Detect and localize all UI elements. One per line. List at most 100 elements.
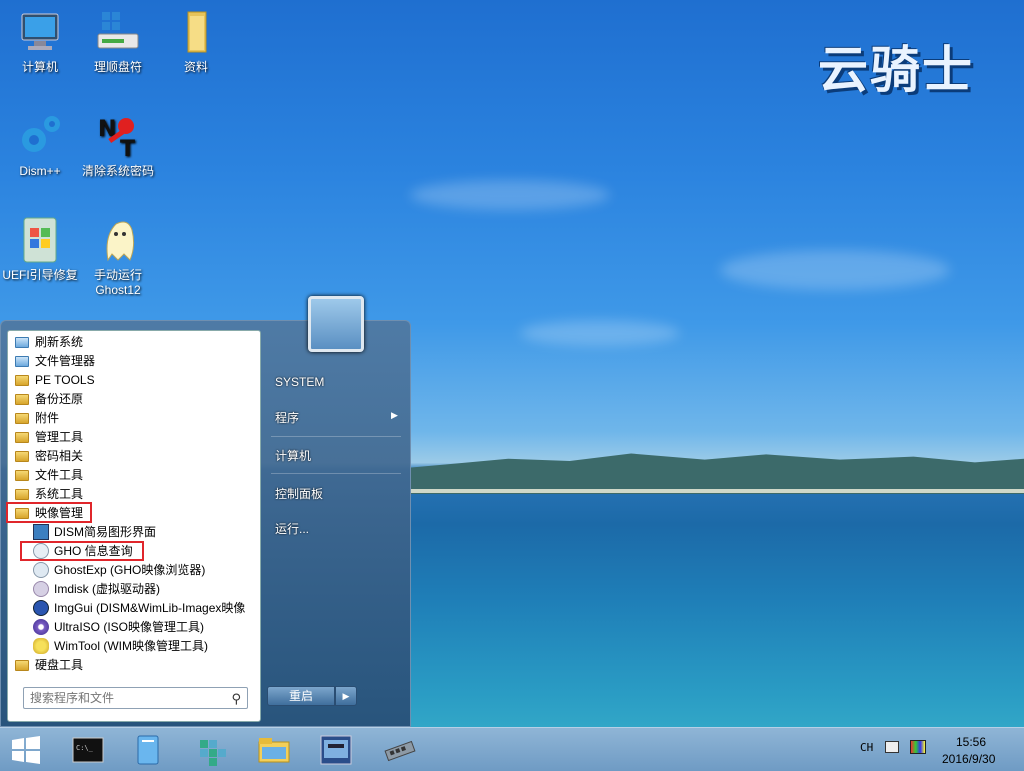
start-menu: 刷新系统 文件管理器 PE TOOLS 备份还原 附件 管理工具 密码相关 文件… bbox=[0, 320, 411, 727]
programs-link[interactable]: 程序 bbox=[275, 409, 299, 426]
menu-item-label: 文件工具 bbox=[35, 468, 84, 482]
chevron-right-icon: ▶ bbox=[342, 691, 350, 701]
input-language-indicator[interactable]: CH bbox=[860, 741, 873, 754]
menu-item-label: 管理工具 bbox=[35, 430, 84, 444]
desktop-icon-folder[interactable]: 资料 bbox=[156, 8, 236, 75]
brand-logo: 云骑士 bbox=[818, 41, 974, 99]
keyboard-icon[interactable] bbox=[885, 741, 899, 753]
folder-icon bbox=[172, 8, 220, 56]
menu-item-label: 系统工具 bbox=[35, 487, 84, 501]
desktop-icon-label: 手动运行 bbox=[93, 268, 142, 282]
menu-item-label: DISM简易图形界面 bbox=[54, 525, 157, 539]
clock-date[interactable]: 2016/9/30 bbox=[942, 752, 995, 766]
separator bbox=[271, 436, 401, 437]
display-icon[interactable] bbox=[910, 740, 926, 754]
menu-item-ghostexp[interactable]: GhostExp (GHO映像浏览器) bbox=[33, 560, 205, 579]
start-button[interactable] bbox=[8, 732, 44, 768]
search-input[interactable] bbox=[30, 691, 220, 705]
computer-icon bbox=[16, 8, 64, 56]
highlight-box bbox=[20, 541, 144, 561]
menu-item-label: ImgGui (DISM&WimLib-Imagex映像 bbox=[54, 601, 246, 615]
folder-icon bbox=[14, 391, 30, 407]
disk-genius-taskbar-icon[interactable] bbox=[318, 732, 354, 768]
program-list: 刷新系统 文件管理器 PE TOOLS 备份还原 附件 管理工具 密码相关 文件… bbox=[6, 331, 262, 676]
menu-item-disk-tools[interactable]: 硬盘工具 bbox=[14, 655, 83, 674]
user-avatar[interactable] bbox=[308, 296, 364, 352]
menu-item-file-manager[interactable]: 文件管理器 bbox=[14, 351, 95, 370]
ghost-icon bbox=[94, 216, 142, 264]
menu-item-dism-gui[interactable]: DISM简易图形界面 bbox=[33, 522, 156, 541]
notes-taskbar-icon[interactable] bbox=[130, 732, 166, 768]
desktop-icon-computer[interactable]: 计算机 bbox=[0, 8, 80, 75]
gear-icon bbox=[16, 112, 64, 160]
user-name[interactable]: SYSTEM bbox=[275, 375, 324, 389]
folder-icon bbox=[14, 429, 30, 445]
menu-item-imdisk[interactable]: Imdisk (虚拟驱动器) bbox=[33, 579, 160, 598]
menu-item-admin-tools[interactable]: 管理工具 bbox=[14, 427, 83, 446]
windows-logo-icon bbox=[12, 736, 40, 764]
folder-icon bbox=[14, 486, 30, 502]
control-panel-link[interactable]: 控制面板 bbox=[275, 485, 323, 502]
imggui-icon bbox=[33, 599, 49, 616]
menu-item-wimtool[interactable]: WimTool (WIM映像管理工具) bbox=[33, 636, 208, 655]
desktop-icon-label: 资料 bbox=[183, 60, 208, 74]
menu-item-accessories[interactable]: 附件 bbox=[14, 408, 59, 427]
explorer-taskbar-icon[interactable] bbox=[256, 732, 292, 768]
menu-item-label: GhostExp (GHO映像浏览器) bbox=[54, 563, 206, 577]
ghostexp-icon bbox=[33, 561, 49, 578]
separator bbox=[271, 473, 401, 474]
cmd-taskbar-icon[interactable]: C:\_ bbox=[70, 732, 106, 768]
menu-item-label: 刷新系统 bbox=[35, 335, 84, 349]
clock-time[interactable]: 15:56 bbox=[956, 735, 986, 749]
menu-item-system-tools[interactable]: 系统工具 bbox=[14, 484, 83, 503]
computer-link[interactable]: 计算机 bbox=[275, 447, 311, 464]
desktop-icon-label: 理顺盘符 bbox=[93, 60, 142, 74]
desktop-icon-ghost[interactable]: 手动运行 Ghost12 bbox=[78, 216, 158, 298]
menu-item-password[interactable]: 密码相关 bbox=[14, 446, 83, 465]
dism-icon bbox=[33, 523, 49, 540]
menu-item-label: 硬盘工具 bbox=[35, 658, 84, 672]
menu-item-label: PE TOOLS bbox=[35, 372, 95, 387]
run-link[interactable]: 运行... bbox=[275, 520, 309, 537]
folder-icon bbox=[14, 372, 30, 388]
desktop-icon-label: Dism++ bbox=[19, 164, 61, 178]
svg-text:C:\_: C:\_ bbox=[76, 744, 94, 752]
blue-folder-icon bbox=[14, 334, 30, 350]
folder-icon bbox=[14, 448, 30, 464]
desktop-icon-uefi[interactable]: UEFI引导修复 bbox=[0, 216, 80, 283]
menu-item-label: UltraISO (ISO映像管理工具) bbox=[54, 620, 205, 634]
cloud bbox=[410, 180, 610, 210]
menu-item-label: 密码相关 bbox=[35, 449, 84, 463]
menu-item-backup-restore[interactable]: 备份还原 bbox=[14, 389, 83, 408]
desktop-icon-drive[interactable]: 理顺盘符 bbox=[78, 8, 158, 75]
nt-password-icon: NT bbox=[94, 112, 142, 162]
desktop-icon-clear-password[interactable]: NT 清除系统密码 bbox=[78, 112, 158, 179]
desktop-icon-label: UEFI引导修复 bbox=[2, 268, 78, 282]
registry-taskbar-icon[interactable] bbox=[194, 732, 230, 768]
menu-item-pe-tools[interactable]: PE TOOLS bbox=[14, 370, 95, 389]
menu-item-ultraiso[interactable]: UltraISO (ISO映像管理工具) bbox=[33, 617, 204, 636]
menu-item-label: Imdisk (虚拟驱动器) bbox=[54, 582, 160, 596]
blue-folder-icon bbox=[14, 353, 30, 369]
folder-icon bbox=[14, 467, 30, 483]
menu-item-file-tools[interactable]: 文件工具 bbox=[14, 465, 83, 484]
desktop-icon-label: 清除系统密码 bbox=[81, 164, 154, 178]
shutdown-options-button[interactable]: ▶ bbox=[335, 686, 357, 706]
ultraiso-icon bbox=[33, 618, 49, 635]
desktop-icon-label: Ghost12 bbox=[95, 283, 141, 297]
desktop-icon-dism[interactable]: Dism++ bbox=[0, 112, 80, 179]
memory-taskbar-icon[interactable] bbox=[382, 732, 418, 768]
desktop-icon-label: 计算机 bbox=[21, 60, 58, 74]
search-icon[interactable]: ⚲ bbox=[231, 691, 241, 707]
shoreline bbox=[410, 489, 1024, 493]
start-menu-right-pane: SYSTEM 程序 ▶ 计算机 控制面板 运行... bbox=[263, 321, 411, 728]
start-menu-program-list: 刷新系统 文件管理器 PE TOOLS 备份还原 附件 管理工具 密码相关 文件… bbox=[6, 330, 262, 722]
wimtool-icon bbox=[33, 637, 49, 654]
svg-text:T: T bbox=[120, 137, 135, 160]
cloud bbox=[720, 250, 950, 290]
highlight-box bbox=[6, 502, 92, 523]
menu-item-imggui[interactable]: ImgGui (DISM&WimLib-Imagex映像 bbox=[33, 598, 245, 617]
search-box[interactable]: ⚲ bbox=[23, 687, 248, 709]
menu-item-refresh-system[interactable]: 刷新系统 bbox=[14, 332, 83, 351]
restart-button[interactable]: 重启 bbox=[267, 686, 335, 706]
